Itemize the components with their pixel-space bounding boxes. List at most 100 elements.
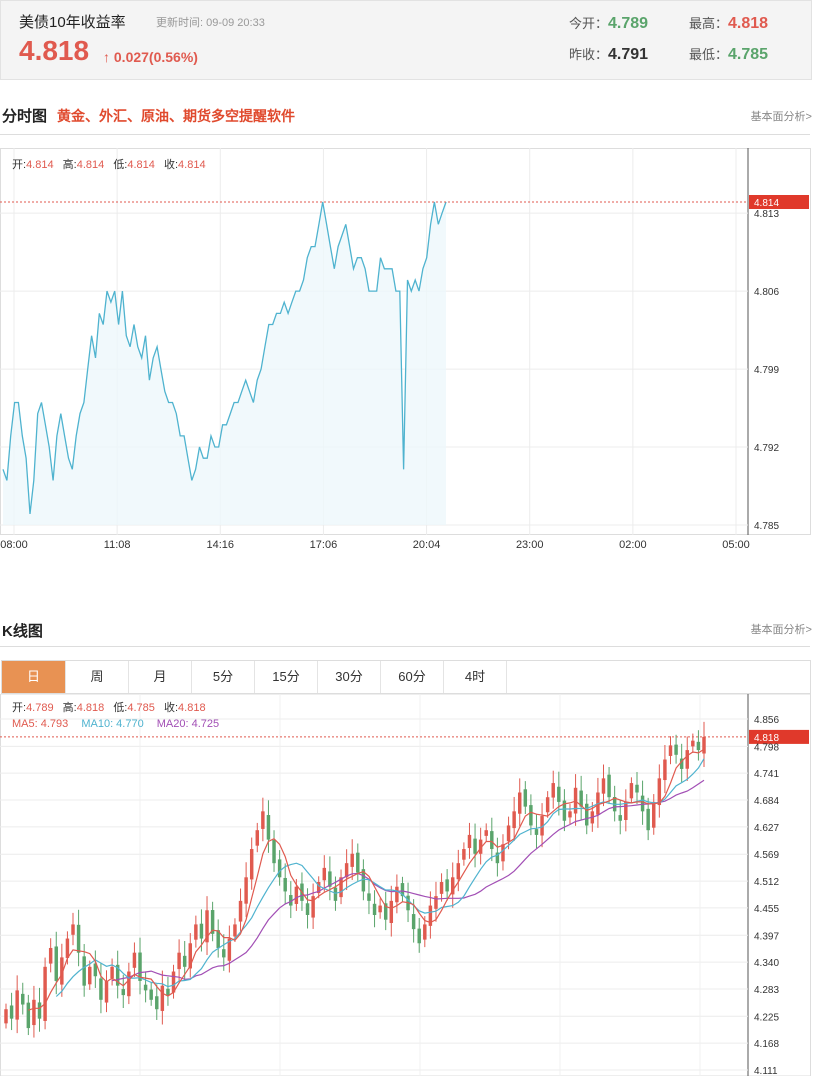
candle-body — [121, 989, 125, 996]
candle-body — [333, 887, 338, 901]
candle-body — [551, 783, 555, 798]
ig-open-label: 开: — [12, 159, 26, 171]
candle-body — [194, 924, 198, 940]
ig-low-label: 低: — [113, 158, 127, 171]
candle-body — [618, 815, 622, 821]
low-label: 最低： — [689, 47, 729, 62]
candle-body — [99, 978, 103, 1000]
candle-body — [82, 956, 86, 986]
kg-y-tick: 4.856 — [754, 715, 779, 726]
candle-body — [367, 893, 371, 901]
candle-body — [691, 740, 695, 747]
candle-body — [76, 924, 81, 953]
candle-body — [696, 741, 701, 751]
ig-y-tick: 4.806 — [754, 287, 779, 298]
candle-body — [48, 947, 53, 964]
candle-body — [372, 903, 377, 915]
update-time: 更新时间: 09-09 20:33 — [156, 17, 265, 29]
candle-body — [545, 797, 550, 813]
candle-body — [501, 844, 505, 862]
candle-body — [104, 980, 109, 1003]
tab-30min[interactable]: 30分 — [318, 661, 381, 693]
ig-x-tick: 08:00 — [0, 539, 28, 551]
ig-x-tick: 05:00 — [722, 539, 750, 551]
kg-high-value: 4.818 — [77, 702, 105, 714]
candle-body — [21, 993, 25, 1005]
candle-body — [132, 952, 137, 968]
candle-body — [663, 759, 667, 781]
kline-chart[interactable]: 4.818 4.856 4.798 4.741 4.684 4.627 4.569 4.51… — [0, 694, 812, 1076]
ig-close-value: 4.814 — [178, 159, 206, 171]
intraday-chart[interactable]: 4.814 4.813 4.806 4.799 4.792 4.785 08:00 11:… — [0, 148, 812, 562]
candle-body — [601, 778, 606, 794]
candle-body — [32, 999, 36, 1026]
candle-body — [305, 903, 310, 915]
candle-body — [517, 792, 522, 814]
prev-close-value: 4.791 — [608, 46, 649, 63]
kg-y-tick: 4.627 — [754, 823, 779, 834]
candle-body — [484, 830, 488, 836]
candle-body — [523, 789, 528, 807]
candle-body — [244, 877, 248, 904]
intraday-title: 分时图 — [2, 108, 48, 125]
ig-close-label: 收: — [164, 157, 178, 171]
candle-body — [395, 886, 399, 903]
candle-body — [261, 811, 265, 829]
candle-body — [568, 811, 572, 818]
kg-y-tick: 4.798 — [754, 742, 779, 753]
fundamental-analysis-link[interactable]: 基本面分析> — [751, 108, 812, 124]
candle-body — [534, 829, 539, 835]
arrow-up-icon: ↑ — [103, 49, 110, 65]
ig-x-tick: 17:06 — [310, 539, 338, 551]
candle-body — [473, 838, 477, 854]
tab-5min[interactable]: 5分 — [192, 661, 255, 693]
candle-body — [182, 955, 187, 967]
kg-y-tick: 4.340 — [754, 958, 779, 969]
ig-x-tick: 02:00 — [619, 539, 647, 551]
kg-y-tick: 4.455 — [754, 904, 779, 915]
candle-body — [110, 966, 114, 979]
tab-4hour[interactable]: 4时 — [444, 661, 507, 693]
current-price: 4.818 — [19, 35, 90, 66]
tab-60min[interactable]: 60分 — [381, 661, 444, 693]
candle-body — [199, 923, 204, 939]
intraday-last-price-label: 4.814 — [754, 198, 779, 209]
kg-high-label: 高: — [63, 700, 77, 714]
high-stat: 最高：4.818 — [689, 13, 768, 33]
candle-body — [238, 900, 243, 922]
kg-close-value: 4.818 — [178, 702, 206, 714]
tab-15min[interactable]: 15分 — [255, 661, 318, 693]
candle-body — [160, 985, 165, 1011]
candle-body — [37, 1002, 42, 1019]
low-value: 4.785 — [728, 46, 769, 63]
candle-body — [222, 949, 226, 958]
open-label: 今开： — [569, 16, 609, 31]
tab-week[interactable]: 周 — [66, 661, 129, 693]
tab-day[interactable]: 日 — [2, 661, 66, 693]
tab-month[interactable]: 月 — [129, 661, 192, 693]
promo-link[interactable]: 黄金、外汇、原油、期货多空提醒软件 — [57, 106, 295, 126]
prev-close-label: 昨收： — [569, 47, 609, 62]
ig-y-tick: 4.792 — [754, 443, 779, 454]
candle-body — [155, 996, 159, 1010]
candle-body — [445, 879, 449, 892]
ig-x-tick: 23:00 — [516, 539, 544, 551]
candle-body — [417, 928, 421, 944]
ig-y-tick: 4.785 — [754, 521, 779, 532]
ig-open-value: 4.814 — [26, 159, 54, 171]
candle-body — [607, 774, 611, 798]
ma5-label: MA5: 4.793 — [12, 718, 68, 730]
ma10-label: MA10: 4.770 — [81, 718, 143, 730]
kline-title: K线图 — [2, 623, 43, 640]
kline-fundamental-analysis-link[interactable]: 基本面分析> — [751, 621, 812, 637]
candle-body — [88, 966, 92, 985]
candle-body — [65, 938, 70, 958]
kg-open-label: 开: — [12, 702, 26, 714]
candle-body — [277, 859, 282, 878]
candle-body — [557, 786, 561, 802]
ig-low-value: 4.814 — [127, 159, 155, 171]
candle-body — [674, 744, 678, 755]
ig-high-label: 高: — [63, 157, 77, 171]
candle-body — [462, 849, 466, 860]
candle-body — [467, 834, 472, 849]
